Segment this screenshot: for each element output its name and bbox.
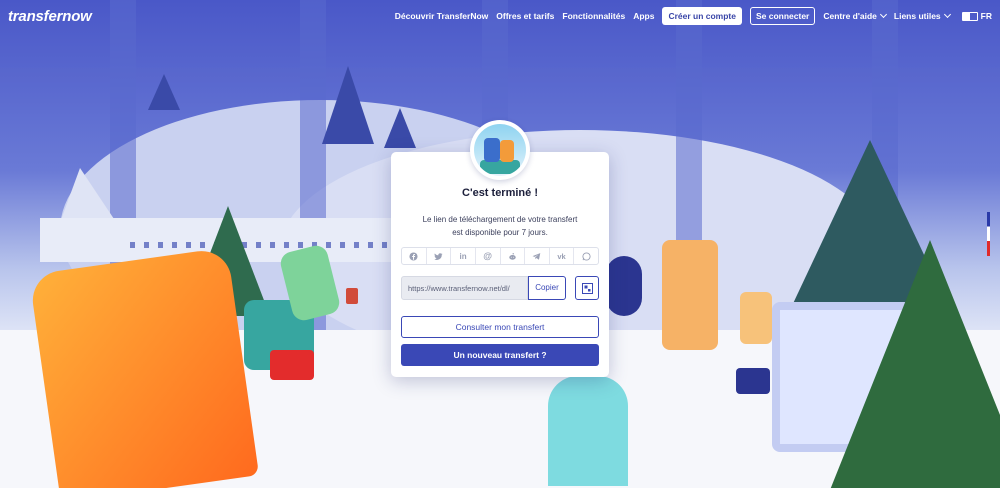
share-buttons: in @ vk — [401, 247, 599, 265]
help-center-dropdown[interactable]: Centre d'aide — [819, 10, 890, 21]
share-linkedin-button[interactable]: in — [451, 248, 476, 264]
language-selector[interactable]: FR — [961, 11, 992, 21]
share-twitter-button[interactable] — [427, 248, 452, 264]
download-link-row: Copier — [401, 276, 599, 300]
french-flag — [987, 212, 990, 256]
translate-icon — [961, 11, 978, 21]
transfer-complete-dialog: C'est terminé ! Le lien de téléchargemen… — [391, 120, 609, 377]
document-character — [662, 240, 718, 350]
christmas-tree — [830, 240, 1000, 488]
gift-box — [270, 350, 314, 380]
blue-character — [484, 138, 500, 162]
success-illustration — [470, 120, 530, 180]
useful-links-dropdown[interactable]: Liens utiles — [890, 10, 954, 21]
qr-code-icon — [581, 282, 593, 294]
download-link-field[interactable] — [401, 276, 528, 300]
seat-shape — [480, 160, 520, 174]
pine-tree — [322, 66, 374, 144]
coffee-cup — [346, 288, 358, 304]
camera — [736, 368, 770, 394]
chevron-down-icon — [943, 10, 951, 19]
nav-discover-link[interactable]: Découvrir TransferNow — [391, 11, 493, 21]
reddit-icon — [509, 252, 516, 260]
share-vk-button[interactable]: vk — [550, 248, 575, 264]
view-transfer-button[interactable]: Consulter mon transfert — [401, 316, 599, 338]
useful-links-label: Liens utiles — [893, 11, 941, 21]
share-whatsapp-button[interactable] — [574, 248, 598, 264]
nav-features-link[interactable]: Fonctionnalités — [558, 11, 629, 21]
nav-apps-link[interactable]: Apps — [629, 11, 658, 21]
email-icon: @ — [483, 251, 493, 261]
telegram-icon — [532, 252, 541, 260]
share-telegram-button[interactable] — [525, 248, 550, 264]
teal-character — [548, 376, 628, 486]
pine-tree — [384, 108, 416, 148]
dialog-description: Le lien de téléchargement de votre trans… — [409, 213, 591, 239]
new-transfer-button[interactable]: Un nouveau transfert ? — [401, 344, 599, 366]
login-button[interactable]: Se connecter — [749, 7, 816, 25]
pine-tree — [148, 74, 180, 110]
dialog-title: C'est terminé ! — [462, 187, 538, 199]
qr-code-button[interactable] — [575, 276, 599, 300]
nav-menu: Découvrir TransferNow Offres et tarifs F… — [391, 7, 992, 25]
share-email-button[interactable]: @ — [476, 248, 501, 264]
orange-character — [500, 140, 514, 162]
share-reddit-button[interactable] — [501, 248, 526, 264]
description-line-2: est disponible pour 7 jours. — [452, 228, 548, 237]
create-account-button[interactable]: Créer un compte — [662, 7, 742, 25]
vk-icon: vk — [557, 251, 566, 261]
small-document-character — [740, 292, 772, 344]
description-line-1: Le lien de téléchargement de votre trans… — [422, 215, 578, 224]
whatsapp-icon — [582, 251, 591, 261]
transfernow-logo[interactable]: transfernow — [8, 8, 92, 25]
copy-button[interactable]: Copier — [528, 276, 566, 300]
twitter-icon — [434, 252, 443, 260]
orange-file-character — [28, 247, 260, 488]
nav-pricing-link[interactable]: Offres et tarifs — [492, 11, 558, 21]
help-center-label: Centre d'aide — [823, 11, 877, 21]
language-code: FR — [980, 11, 992, 21]
facebook-icon — [409, 251, 418, 261]
headphones-character — [606, 256, 642, 316]
chevron-down-icon — [879, 10, 887, 19]
linkedin-icon: in — [459, 251, 467, 261]
avatar-image — [474, 124, 526, 176]
share-facebook-button[interactable] — [402, 248, 427, 264]
top-navigation: transfernow Découvrir TransferNow Offres… — [0, 0, 1000, 32]
